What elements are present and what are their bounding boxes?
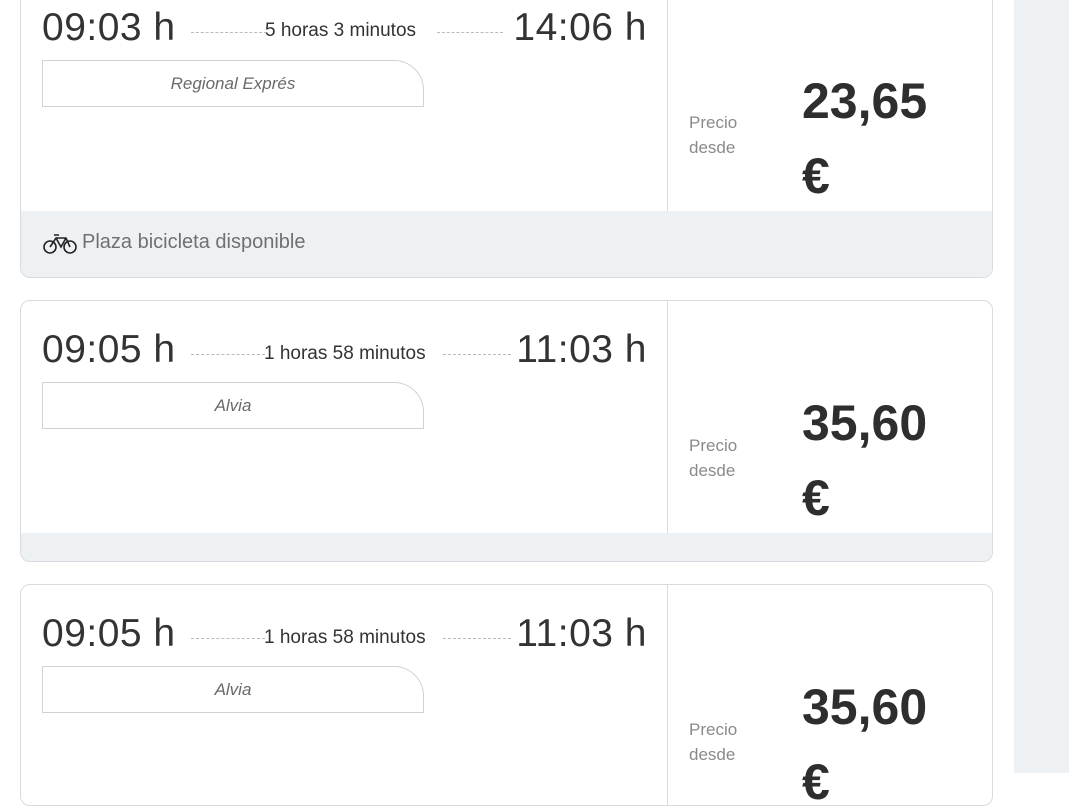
- price-label-line-2: desde: [689, 461, 736, 480]
- card-footer: [21, 533, 992, 561]
- price-amount: 35,60: [802, 395, 928, 451]
- schedule-section: 09:05 h 1 horas 58 minutos 11:03 h Alvia: [21, 585, 668, 805]
- duration-line-left: [191, 32, 267, 33]
- price-amount: 35,60: [802, 679, 928, 735]
- price-label-line-1: Precio: [689, 436, 738, 455]
- schedule-section: 09:05 h 1 horas 58 minutos 11:03 h Alvia: [21, 301, 668, 533]
- train-type-label: Alvia: [214, 396, 252, 415]
- bicycle-icon: [43, 233, 77, 260]
- duration-line-left: [191, 638, 265, 639]
- arrival-time: 11:03 h: [516, 328, 647, 371]
- price-currency: €: [802, 148, 830, 204]
- departure-time: 09:05 h: [42, 328, 176, 371]
- train-result-card[interactable]: 09:03 h 5 horas 3 minutos 14:06 h Region…: [20, 0, 993, 278]
- price-from-label: Precio desde: [689, 433, 737, 483]
- price-from-label: Precio desde: [689, 110, 737, 160]
- train-type-tag: Alvia: [42, 382, 424, 429]
- price-amount: 23,65: [802, 73, 928, 129]
- price-label-line-2: desde: [689, 745, 736, 764]
- price-currency: €: [802, 470, 830, 526]
- schedule-section: 09:03 h 5 horas 3 minutos 14:06 h Region…: [21, 0, 668, 211]
- arrival-time: 11:03 h: [516, 612, 647, 655]
- duration-line-right: [437, 32, 503, 33]
- duration-line-right: [443, 638, 511, 639]
- trip-duration: 5 horas 3 minutos: [265, 20, 417, 41]
- card-footer: Plaza bicicleta disponible: [21, 211, 992, 277]
- departure-time: 09:03 h: [42, 6, 176, 49]
- price-currency: €: [802, 754, 830, 806]
- price-label-line-2: desde: [689, 138, 736, 157]
- train-type-tag: Regional Exprés: [42, 60, 424, 107]
- trip-duration: 1 horas 58 minutos: [264, 343, 426, 364]
- train-result-card[interactable]: 09:05 h 1 horas 58 minutos 11:03 h Alvia…: [20, 300, 993, 562]
- trip-duration: 1 horas 58 minutos: [264, 627, 426, 648]
- price-label-line-1: Precio: [689, 113, 738, 132]
- duration-line-left: [191, 354, 265, 355]
- train-type-label: Regional Exprés: [170, 74, 296, 93]
- departure-time: 09:05 h: [42, 612, 176, 655]
- right-scroll-rail: [1014, 0, 1069, 773]
- train-type-label: Alvia: [214, 680, 252, 699]
- train-type-tag: Alvia: [42, 666, 424, 713]
- price-value[interactable]: 35,60 €: [802, 670, 928, 806]
- price-value[interactable]: 35,60 €: [802, 386, 927, 536]
- price-from-label: Precio desde: [689, 717, 737, 767]
- bicycle-availability: Plaza bicicleta disponible: [82, 231, 306, 253]
- price-value[interactable]: 23,65 €: [802, 64, 927, 214]
- duration-line-right: [443, 354, 511, 355]
- price-label-line-1: Precio: [689, 720, 738, 739]
- arrival-time: 14:06 h: [513, 6, 647, 49]
